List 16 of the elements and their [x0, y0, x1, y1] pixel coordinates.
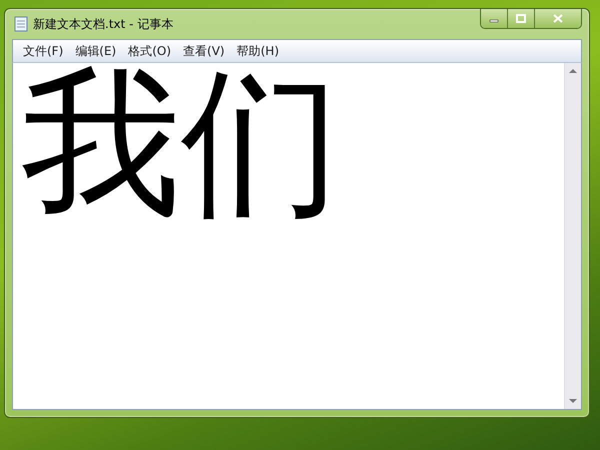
scroll-up-icon	[569, 68, 577, 73]
close-button[interactable]	[535, 9, 581, 28]
close-icon	[553, 14, 563, 23]
menu-item[interactable]: 编辑(E)	[69, 40, 122, 62]
menu-item[interactable]: 格式(O)	[122, 40, 178, 62]
maximize-button[interactable]	[508, 9, 535, 28]
maximize-icon	[516, 14, 526, 23]
scroll-down-icon	[569, 399, 577, 404]
menu-item[interactable]: 文件(F)	[17, 40, 70, 62]
notepad-icon	[14, 16, 28, 32]
window-title: 新建文本文档.txt - 记事本	[33, 16, 174, 32]
minimize-button[interactable]	[481, 9, 508, 28]
vertical-scrollbar[interactable]	[564, 63, 581, 409]
document-text: 我们	[21, 63, 341, 223]
menu-item[interactable]: 帮助(H)	[230, 40, 285, 62]
menu-item[interactable]: 查看(V)	[177, 40, 231, 62]
